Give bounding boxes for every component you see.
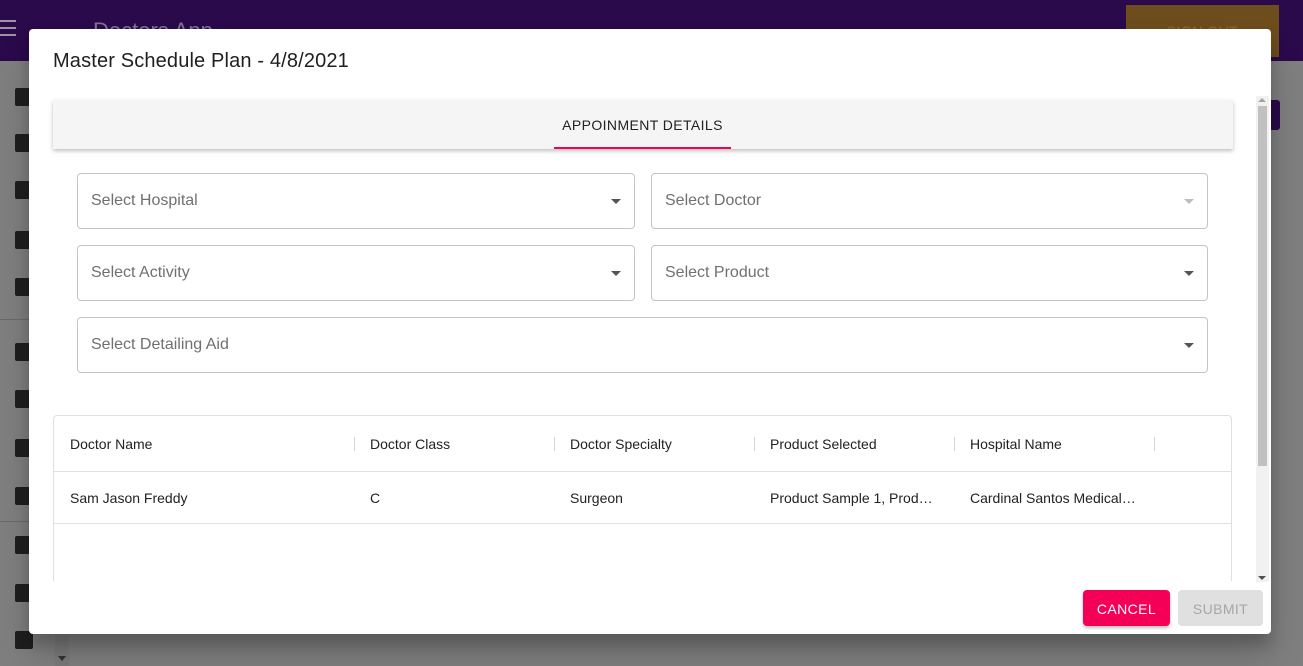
- dropdown-arrow-icon: [1184, 271, 1194, 276]
- column-header[interactable]: Doctor Class: [370, 436, 450, 452]
- scroll-up-icon[interactable]: [1258, 98, 1266, 102]
- hospital-placeholder: Select Hospital: [91, 192, 198, 209]
- table-header: Doctor Name Doctor Class Doctor Specialt…: [54, 416, 1231, 472]
- column-separator[interactable]: [754, 437, 755, 451]
- table-row[interactable]: Sam Jason Freddy C Surgeon Product Sampl…: [54, 472, 1231, 524]
- dialog-scrollbar[interactable]: [1256, 96, 1269, 582]
- scroll-down-icon[interactable]: [58, 656, 66, 661]
- column-separator[interactable]: [1154, 437, 1155, 451]
- dialog-content: APPOINMENT DETAILS Select Hospital Selec…: [29, 93, 1271, 581]
- table-cell: Surgeon: [570, 490, 623, 506]
- column-separator[interactable]: [354, 437, 355, 451]
- table-cell: Cardinal Santos Medical Center: [970, 490, 1138, 506]
- dropdown-arrow-icon: [1184, 343, 1194, 348]
- activity-select[interactable]: Select Activity: [77, 245, 635, 301]
- assignment-icon[interactable]: [15, 631, 33, 649]
- scrollbar-thumb[interactable]: [1258, 106, 1267, 466]
- tab-label: APPOINMENT DETAILS: [562, 117, 723, 133]
- cancel-button[interactable]: CANCEL: [1083, 590, 1170, 626]
- submit-button[interactable]: SUBMIT: [1178, 590, 1263, 626]
- tab-bar: APPOINMENT DETAILS: [53, 100, 1233, 149]
- column-header[interactable]: Product Selected: [770, 436, 877, 452]
- column-header[interactable]: Doctor Specialty: [570, 436, 672, 452]
- table-cell: Product Sample 1, Product Sample 2: [770, 490, 938, 506]
- doctor-placeholder: Select Doctor: [665, 192, 762, 209]
- hospital-select[interactable]: Select Hospital: [77, 173, 635, 229]
- dropdown-arrow-icon: [611, 271, 621, 276]
- product-placeholder: Select Product: [665, 264, 770, 281]
- menu-icon[interactable]: [0, 20, 16, 38]
- dropdown-arrow-icon: [1184, 199, 1194, 204]
- dialog-title: Master Schedule Plan - 4/8/2021: [53, 50, 349, 72]
- column-separator[interactable]: [954, 437, 955, 451]
- table-cell: C: [370, 490, 381, 506]
- scroll-down-icon[interactable]: [1258, 576, 1266, 580]
- dropdown-arrow-icon: [611, 199, 621, 204]
- detailing-aid-select[interactable]: Select Detailing Aid: [77, 317, 1208, 373]
- table-cell: Sam Jason Freddy: [70, 490, 188, 506]
- doctor-select[interactable]: Select Doctor: [651, 173, 1208, 229]
- activity-placeholder: Select Activity: [91, 264, 190, 281]
- schedule-dialog: Master Schedule Plan - 4/8/2021 APPOINME…: [29, 29, 1271, 634]
- product-select[interactable]: Select Product: [651, 245, 1208, 301]
- column-header[interactable]: Doctor Name: [70, 436, 152, 452]
- column-header[interactable]: Hospital Name: [970, 436, 1062, 452]
- tab-appointment-details[interactable]: APPOINMENT DETAILS: [554, 100, 731, 149]
- tab-indicator: [554, 147, 731, 149]
- detailing-aid-placeholder: Select Detailing Aid: [91, 336, 229, 353]
- column-separator[interactable]: [554, 437, 555, 451]
- doctors-table: Doctor Name Doctor Class Doctor Specialt…: [53, 415, 1232, 581]
